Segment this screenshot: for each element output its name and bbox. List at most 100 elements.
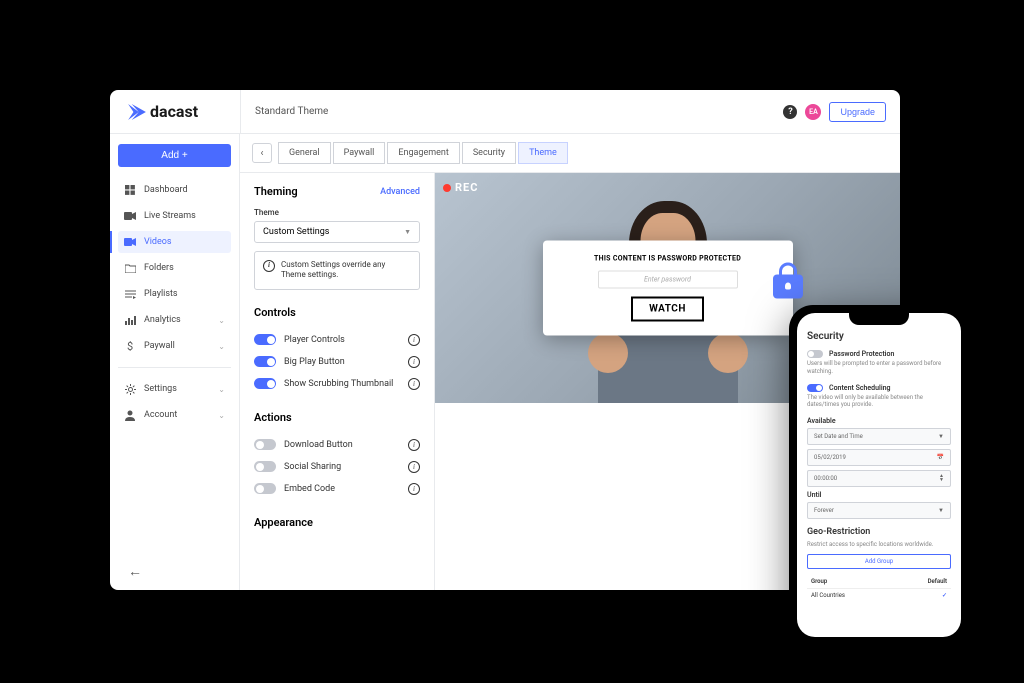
pw-protection-toggle[interactable] [807,350,823,358]
info-icon[interactable]: i [408,439,420,451]
nav-label: Folders [144,263,174,273]
geo-desc: Restrict access to specific locations wo… [807,541,951,548]
advanced-link[interactable]: Advanced [380,187,420,197]
rec-text: REC [455,181,478,194]
sidebar-item-paywall[interactable]: $ Paywall ⌄ [118,335,231,357]
nav-label: Analytics [144,315,181,325]
download-toggle[interactable] [254,439,276,450]
rec-badge: REC [443,181,478,194]
nav-label: Live Streams [144,211,196,221]
theming-title: Theming [254,185,298,198]
analytics-icon [124,314,136,326]
check-icon: ✓ [942,592,947,599]
logo[interactable]: dacast [110,102,240,121]
nav-label: Settings [144,384,177,394]
scrubbing-toggle-row: Show Scrubbing Thumbnaili [254,373,420,395]
caret-down-icon: ▼ [938,507,944,514]
avatar[interactable]: EA [805,104,821,120]
back-button[interactable]: ‹ [252,143,272,163]
tab-engagement[interactable]: Engagement [387,142,459,164]
available-label: Available [807,417,951,425]
controls-title: Controls [254,306,420,319]
sidebar-item-folders[interactable]: Folders [118,257,231,279]
svg-text:$: $ [127,341,133,352]
geo-title: Geo-Restriction [807,527,951,537]
add-button[interactable]: Add + [118,144,231,167]
app-window: dacast Standard Theme ? EA Upgrade Add +… [110,90,900,590]
logo-text: dacast [150,102,198,121]
nav-label: Account [144,410,177,420]
playlist-icon [124,288,136,300]
info-icon[interactable]: i [408,483,420,495]
info-box: i Custom Settings override any Theme set… [254,251,420,290]
tab-security[interactable]: Security [462,142,516,164]
info-icon[interactable]: i [408,334,420,346]
social-toggle[interactable] [254,461,276,472]
password-input[interactable]: Enter password [598,271,738,289]
video-icon [124,236,136,248]
logo-icon [128,104,146,120]
toggle-label: Download Button [284,440,400,450]
add-group-button[interactable]: Add Group [807,554,951,569]
sidebar-item-analytics[interactable]: Analytics ⌄ [118,309,231,331]
top-actions: ? EA Upgrade [783,102,900,122]
geo-table-head: GroupDefault [807,575,951,588]
divider [118,367,231,368]
scrubbing-toggle[interactable] [254,378,276,389]
sidebar: Add + Dashboard Live Streams Videos Fold… [110,134,240,590]
tab-general[interactable]: General [278,142,331,164]
big-play-toggle[interactable] [254,356,276,367]
pw-protection-row: Password Protection [807,350,951,358]
theme-value: Custom Settings [263,227,329,237]
info-text: Custom Settings override any Theme setti… [281,260,411,281]
camera-icon [124,210,136,222]
tab-theme[interactable]: Theme [518,142,568,164]
embed-toggle[interactable] [254,483,276,494]
sidebar-item-settings[interactable]: Settings⌄ [118,378,231,400]
sidebar-item-account[interactable]: Account ⌄ [118,404,231,426]
lock-icon [773,263,803,299]
upgrade-button[interactable]: Upgrade [829,102,886,122]
tab-paywall[interactable]: Paywall [333,142,386,164]
forever-select[interactable]: Forever▼ [807,502,951,519]
scheduling-row: Content Scheduling [807,384,951,392]
embed-toggle-row: Embed Code i [254,478,420,500]
sidebar-item-videos[interactable]: Videos [118,231,231,253]
rec-dot-icon [443,184,451,192]
date-input[interactable]: 05/02/2019📅 [807,449,951,466]
password-overlay: THIS CONTENT IS PASSWORD PROTECTED Enter… [543,241,793,336]
toggle-label: Player Controls [284,335,400,345]
chevron-down-icon: ⌄ [218,342,225,351]
sidebar-item-live-streams[interactable]: Live Streams [118,205,231,227]
info-icon[interactable]: i [408,378,420,390]
scheduling-toggle[interactable] [807,384,823,392]
set-date-select[interactable]: Set Date and Time▼ [807,428,951,445]
security-title: Security [807,331,951,342]
phone-screen: Security Password Protection Users will … [797,313,961,637]
toggle-label: Embed Code [284,484,400,494]
toggle-label: Social Sharing [284,462,400,472]
sidebar-item-dashboard[interactable]: Dashboard [118,179,231,201]
time-input[interactable]: 00:00:00▲▼ [807,470,951,487]
watch-button[interactable]: WATCH [631,297,704,322]
phone-mockup: Security Password Protection Users will … [789,305,969,645]
help-icon[interactable]: ? [783,105,797,119]
theme-select[interactable]: Custom Settings▼ [254,221,420,243]
sched-desc: The video will only be available between… [807,394,951,410]
info-icon[interactable]: i [408,356,420,368]
stepper-icon: ▲▼ [939,475,944,482]
collapse-sidebar-button[interactable]: ← [118,553,231,590]
chevron-down-icon: ⌄ [218,316,225,325]
info-icon: i [263,260,275,272]
sidebar-item-playlists[interactable]: Playlists [118,283,231,305]
person-icon [124,409,136,421]
nav-label: Playlists [144,289,178,299]
player-controls-toggle[interactable] [254,334,276,345]
geo-table-row[interactable]: All Countries✓ [807,588,951,602]
info-icon[interactable]: i [408,461,420,473]
nav-label: Paywall [144,341,175,351]
nav-label: Dashboard [144,185,188,195]
chevron-down-icon: ⌄ [218,411,225,420]
nav-label: Videos [144,237,172,247]
theme-label: Theme [254,208,420,217]
